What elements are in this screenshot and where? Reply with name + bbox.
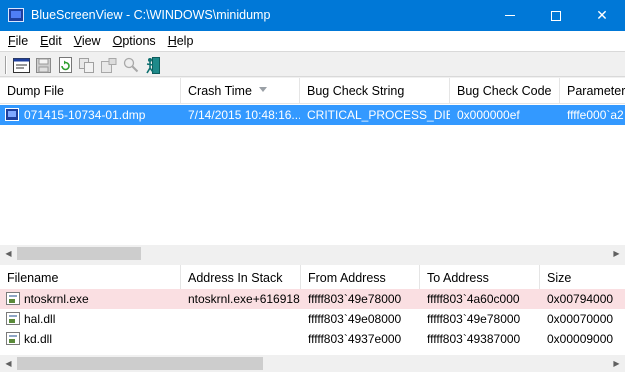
to-address-cell: fffff803`49387000 [427, 332, 521, 346]
size-cell: 0x00070000 [547, 312, 614, 326]
refresh-button[interactable] [56, 56, 74, 74]
save-button[interactable] [34, 56, 52, 74]
exit-button[interactable] [144, 56, 162, 74]
column-header-to-address[interactable]: To Address [420, 265, 540, 291]
maximize-button[interactable] [533, 0, 579, 31]
column-header-parameter[interactable]: Parameter [560, 78, 625, 104]
scrollbar-thumb[interactable] [17, 247, 141, 260]
bug-check-code-cell: 0x000000ef [457, 108, 520, 122]
scrollbar-thumb[interactable] [17, 357, 263, 370]
column-header-size[interactable]: Size [540, 265, 625, 291]
to-address-cell: fffff803`49e78000 [427, 312, 521, 326]
find-button[interactable] [122, 56, 140, 74]
crash-list-header: Dump File Crash Time Bug Check String Bu… [0, 78, 625, 104]
minimize-icon [505, 15, 515, 16]
modules-list-pane: Filename Address In Stack From Address T… [0, 265, 625, 372]
column-header-dump-file[interactable]: Dump File [0, 78, 181, 104]
size-cell: 0x00009000 [547, 332, 614, 346]
crash-list-horizontal-scrollbar[interactable]: ◀ ▶ [0, 245, 625, 262]
column-header-bug-check-code[interactable]: Bug Check Code [450, 78, 560, 104]
column-header-crash-time[interactable]: Crash Time [181, 78, 300, 104]
options-icon [101, 57, 117, 73]
sort-descending-icon [259, 87, 267, 92]
menu-bar: File Edit View Options Help [0, 31, 625, 51]
from-address-cell: fffff803`49e78000 [308, 292, 402, 306]
scroll-left-arrow-icon[interactable]: ◀ [0, 355, 17, 372]
column-header-address-in-stack[interactable]: Address In Stack [181, 265, 301, 291]
scroll-right-arrow-icon[interactable]: ▶ [608, 355, 625, 372]
save-icon [35, 57, 51, 73]
module-row[interactable]: hal.dll fffff803`49e08000 fffff803`49e78… [0, 309, 625, 329]
bluescreen-app-icon[interactable] [8, 8, 24, 22]
from-address-cell: fffff803`4937e000 [308, 332, 402, 346]
from-address-cell: fffff803`49e08000 [308, 312, 402, 326]
module-row[interactable]: ntoskrnl.exe ntoskrnl.exe+616918 fffff80… [0, 289, 625, 309]
column-header-bug-check-string[interactable]: Bug Check String [300, 78, 450, 104]
minimize-button[interactable] [487, 0, 533, 31]
address-in-stack-cell [181, 329, 301, 349]
toolbar-grip [5, 56, 7, 74]
menu-file[interactable]: File [2, 31, 34, 51]
crash-row[interactable]: 071415-10734-01.dmp 7/14/2015 10:48:16..… [0, 105, 625, 125]
scroll-left-arrow-icon[interactable]: ◀ [0, 245, 17, 262]
address-in-stack-cell: ntoskrnl.exe+616918 [188, 292, 300, 306]
menu-options[interactable]: Options [107, 31, 162, 51]
find-icon [123, 57, 139, 73]
crash-time-cell: 7/14/2015 10:48:16... [188, 108, 300, 122]
menu-help[interactable]: Help [162, 31, 200, 51]
column-header-filename[interactable]: Filename [0, 265, 181, 291]
window-title: BlueScreenView - C:\WINDOWS\minidump [31, 8, 271, 22]
app-window: BlueScreenView - C:\WINDOWS\minidump ✕ F… [0, 0, 625, 372]
options-button[interactable] [100, 56, 118, 74]
size-cell: 0x00794000 [547, 292, 614, 306]
copy-button[interactable] [78, 56, 96, 74]
maximize-icon [551, 10, 561, 21]
column-header-from-address[interactable]: From Address [301, 265, 420, 291]
toolbar [0, 51, 625, 77]
column-header-crash-time-label: Crash Time [188, 84, 252, 98]
parameter-cell: ffffe000`a2 [567, 108, 624, 122]
filename-cell: ntoskrnl.exe [24, 292, 89, 306]
address-in-stack-cell [181, 309, 301, 329]
exit-icon [146, 56, 160, 74]
copy-icon [79, 57, 94, 73]
scroll-right-arrow-icon[interactable]: ▶ [608, 245, 625, 262]
close-icon: ✕ [596, 7, 608, 24]
properties-button[interactable] [12, 56, 30, 74]
modules-list-horizontal-scrollbar[interactable]: ◀ ▶ [0, 355, 625, 372]
refresh-icon [58, 57, 72, 73]
module-row[interactable]: kd.dll fffff803`4937e000 fffff803`493870… [0, 329, 625, 349]
properties-icon [12, 57, 30, 73]
title-bar[interactable]: BlueScreenView - C:\WINDOWS\minidump ✕ [0, 0, 625, 31]
filename-cell: kd.dll [24, 332, 53, 346]
dump-file-cell: 071415-10734-01.dmp [24, 108, 146, 122]
close-button[interactable]: ✕ [579, 0, 625, 31]
modules-list-header: Filename Address In Stack From Address T… [0, 265, 625, 291]
to-address-cell: fffff803`4a60c000 [427, 292, 520, 306]
filename-cell: hal.dll [24, 312, 56, 326]
menu-edit[interactable]: Edit [34, 31, 68, 51]
bug-check-string-cell: CRITICAL_PROCESS_DIED [307, 108, 450, 122]
menu-view[interactable]: View [68, 31, 107, 51]
crash-list-pane: Dump File Crash Time Bug Check String Bu… [0, 78, 625, 262]
